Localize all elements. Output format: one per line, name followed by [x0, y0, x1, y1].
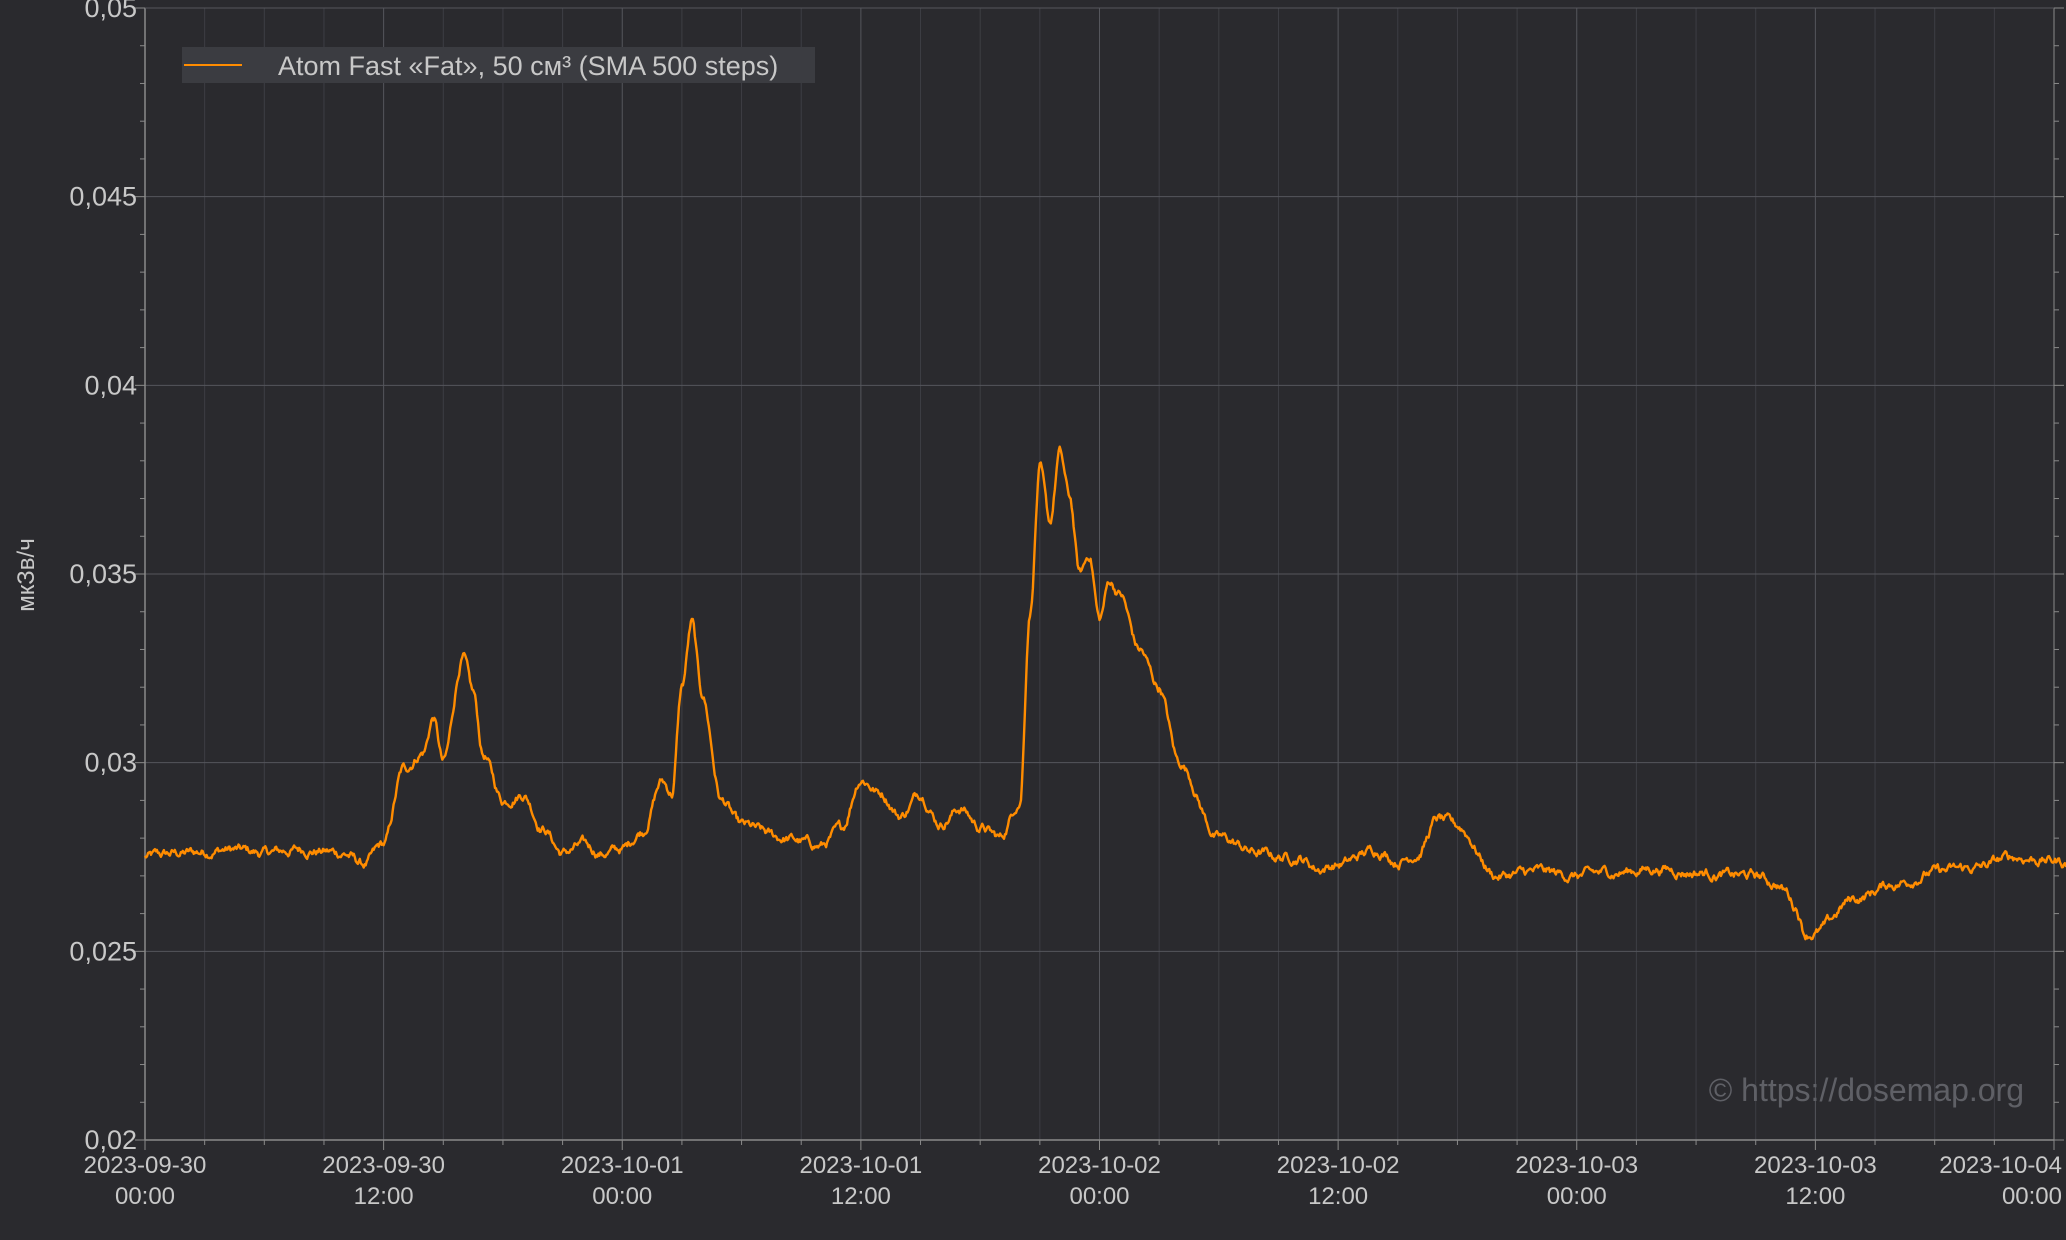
y-axis-label: мкЗв/ч [13, 538, 40, 611]
x-tick-label-date: 2023-10-02 [1277, 1152, 1400, 1179]
y-tick-label: 0,02 [84, 1125, 137, 1155]
y-tick-label: 0,03 [84, 748, 137, 778]
y-tick-label: 0,035 [69, 559, 137, 589]
y-tick-label: 0,05 [84, 0, 137, 23]
y-tick-label: 0,025 [69, 936, 137, 966]
x-tick-label-date: 2023-10-04 [1939, 1152, 2062, 1179]
x-tick-label-date: 2023-10-03 [1754, 1152, 1877, 1179]
legend: Atom Fast «Fat», 50 см³ (SMA 500 steps) [182, 47, 815, 83]
x-tick-label-date: 2023-10-01 [561, 1152, 684, 1179]
legend-label: Atom Fast «Fat», 50 см³ (SMA 500 steps) [278, 51, 778, 81]
x-tick-label-time: 00:00 [115, 1183, 175, 1210]
x-tick-label-time: 12:00 [354, 1183, 414, 1210]
x-tick-label-date: 2023-10-02 [1038, 1152, 1161, 1179]
x-tick-label-time: 12:00 [831, 1183, 891, 1210]
watermark: © https://dosemap.org [1709, 1072, 2024, 1108]
x-tick-label-time: 12:00 [1785, 1183, 1845, 1210]
x-tick-label-time: 00:00 [1069, 1183, 1129, 1210]
y-tick-label: 0,045 [69, 182, 137, 212]
x-tick-label-time: 00:00 [592, 1183, 652, 1210]
x-tick-label-date: 2023-09-30 [84, 1152, 207, 1179]
x-tick-label-time: 00:00 [1547, 1183, 1607, 1210]
x-tick-label-date: 2023-10-03 [1515, 1152, 1638, 1179]
chart: 0,02 0,025 0,03 0,035 0,04 0,045 0,05 2023-09-… [0, 0, 2066, 1240]
x-tick-label-time: 00:00 [2002, 1183, 2062, 1210]
x-tick-label-date: 2023-10-01 [799, 1152, 922, 1179]
x-tick-label-time: 12:00 [1308, 1183, 1368, 1210]
y-tick-label: 0,04 [84, 370, 137, 400]
x-tick-label-date: 2023-09-30 [322, 1152, 445, 1179]
